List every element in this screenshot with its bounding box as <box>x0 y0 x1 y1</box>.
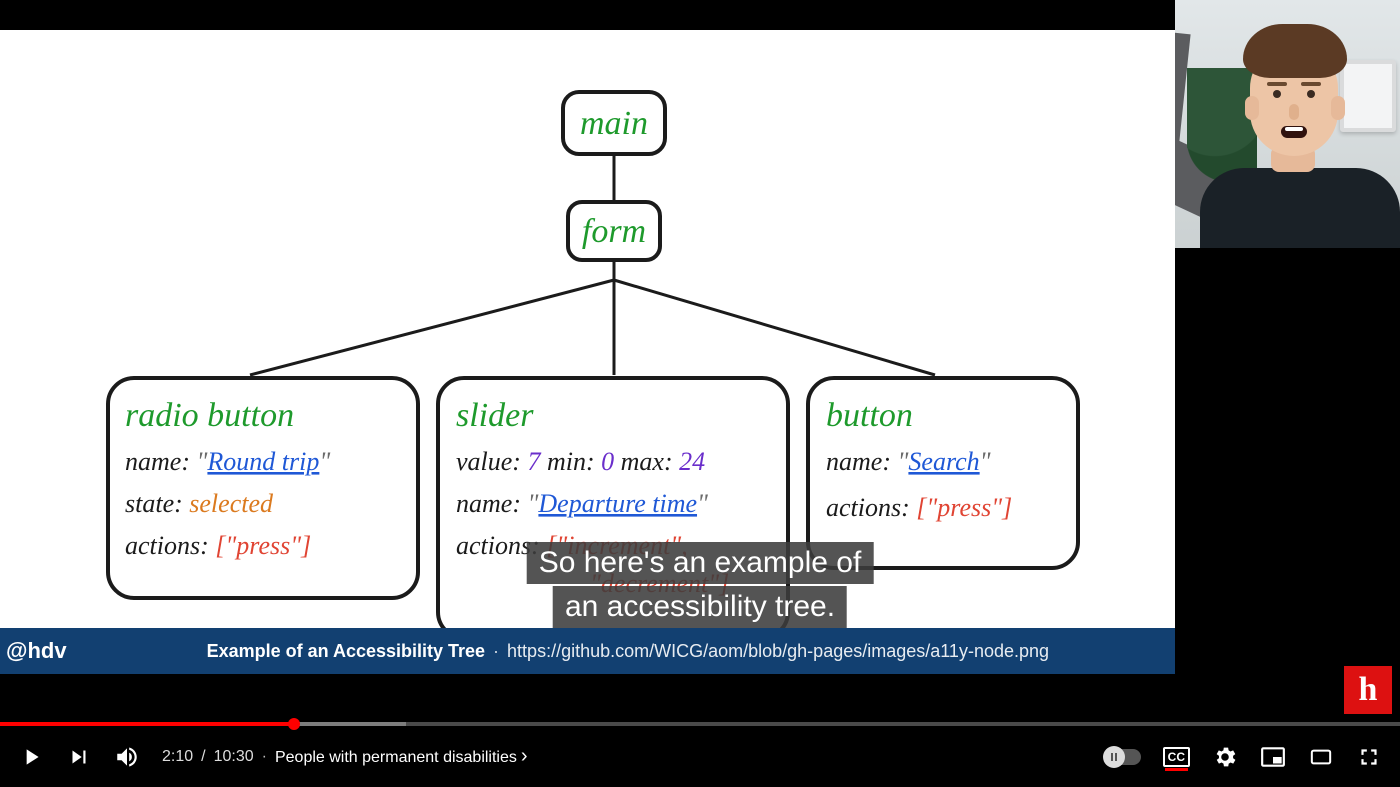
caption-line-2: an accessibility tree. <box>553 586 847 628</box>
channel-logo: h <box>1344 666 1392 714</box>
presenter-webcam <box>1175 0 1400 248</box>
caption-line-1: So here's an example of <box>527 542 874 584</box>
svg-text:actions: ["press"]: actions: ["press"] <box>826 493 1012 522</box>
player-controls: 2:10 / 10:30 · People with permanent dis… <box>0 726 1400 787</box>
play-button[interactable] <box>18 744 44 770</box>
tree-node-main: main <box>580 105 648 142</box>
fullscreen-button[interactable] <box>1356 744 1382 770</box>
settings-button[interactable] <box>1212 744 1238 770</box>
svg-text:value: 7: value: 7 min: 0 max: 24 <box>456 447 705 476</box>
chevron-right-icon: › <box>517 745 528 767</box>
svg-text:actions: ["press"]: actions: ["press"] <box>125 531 311 560</box>
duration: 10:30 <box>214 748 254 766</box>
video-viewport[interactable]: main form radio button name: "Round trip… <box>0 0 1400 722</box>
video-player-frame: main form radio button name: "Round trip… <box>0 0 1400 787</box>
time-display: 2:10 / 10:30 · People with permanent dis… <box>162 745 528 768</box>
svg-text:name: "Search": name: "Search" <box>826 447 991 476</box>
presenter-handle: @hdv <box>0 638 207 664</box>
autoplay-toggle[interactable] <box>1105 749 1141 765</box>
next-button[interactable] <box>66 744 92 770</box>
svg-text:name: "Round trip": name: "Round trip" <box>125 447 330 476</box>
play-icon <box>18 742 44 772</box>
pause-icon <box>1111 753 1117 761</box>
gear-icon <box>1212 744 1238 770</box>
subtitles-button[interactable]: CC <box>1163 747 1190 767</box>
tree-node-radio: radio button <box>125 397 294 434</box>
chapter-title: People with permanent disabilities <box>275 749 517 766</box>
volume-button[interactable] <box>114 744 140 770</box>
tree-node-slider: slider <box>456 397 534 434</box>
theater-icon <box>1308 746 1334 768</box>
skip-next-icon <box>66 744 92 770</box>
miniplayer-icon <box>1260 744 1286 770</box>
tree-node-button: button <box>826 397 913 434</box>
chapter-button[interactable]: People with permanent disabilities› <box>275 745 528 768</box>
slide-footer-banner: @hdv Example of an Accessibility Tree · … <box>0 628 1175 674</box>
volume-icon <box>114 743 140 771</box>
slide-source-url: https://github.com/WICG/aom/blob/gh-page… <box>507 641 1049 662</box>
theater-mode-button[interactable] <box>1308 744 1334 770</box>
miniplayer-button[interactable] <box>1260 744 1286 770</box>
svg-text:state: selected: state: selected <box>125 489 274 518</box>
fullscreen-icon <box>1356 744 1382 770</box>
current-time: 2:10 <box>162 748 193 766</box>
svg-text:name: "Departure ti: name: "Departure time" <box>456 489 708 518</box>
slide-title: Example of an Accessibility Tree <box>207 641 485 662</box>
tree-node-form: form <box>582 213 646 250</box>
closed-caption-overlay: So here's an example of an accessibility… <box>527 542 874 628</box>
